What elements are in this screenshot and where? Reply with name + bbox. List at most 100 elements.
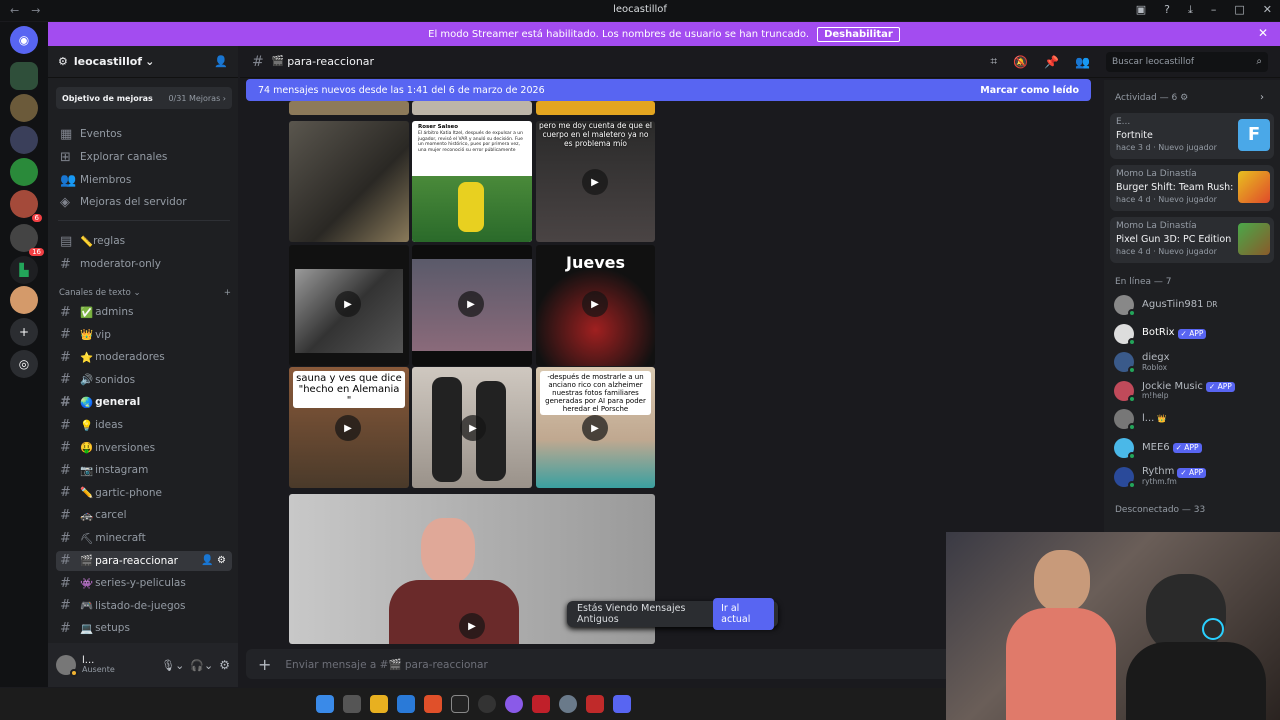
channel-ideas[interactable]: # 💡 ideas: [56, 415, 232, 435]
member-item[interactable]: l... 👑: [1114, 406, 1274, 432]
channel-admins[interactable]: # ✅ admins: [56, 302, 232, 322]
start-icon[interactable]: [315, 695, 334, 713]
epic-icon[interactable]: [450, 695, 469, 713]
boost-goal[interactable]: Objetivo de mejoras 0/31 Mejoras ›: [56, 87, 232, 109]
channel-settings-icon[interactable]: 👤 ⚙: [201, 555, 226, 566]
member-item[interactable]: Jockie Music ✓ APP m!help: [1114, 378, 1274, 404]
member-item[interactable]: AgusTiin981 DR: [1114, 292, 1274, 318]
media-tile[interactable]: ▶: [412, 367, 532, 488]
media-tile[interactable]: pero me doy cuenta de que el cuerpo en e…: [536, 121, 655, 242]
channel-general[interactable]: # 🌏 general: [56, 392, 232, 412]
headphones-icon[interactable]: 🎧⌄: [190, 659, 213, 672]
minimize-icon[interactable]: –: [1211, 3, 1217, 17]
server-icon[interactable]: [10, 94, 38, 122]
app-icon[interactable]: [477, 695, 496, 713]
app-icon[interactable]: [585, 695, 604, 713]
play-icon[interactable]: ▶: [335, 415, 361, 441]
channel-moderator-only[interactable]: # moderator-only: [56, 254, 232, 274]
activity-card[interactable]: E... Fortnite hace 3 d · Nuevo jugador F: [1110, 113, 1274, 159]
member-item[interactable]: diegx Roblox: [1114, 349, 1274, 375]
notifications-icon[interactable]: 🔕: [1013, 55, 1028, 69]
play-icon[interactable]: ▶: [459, 613, 485, 639]
new-messages-bar[interactable]: 74 mensajes nuevos desde las 1:41 del 6 …: [246, 79, 1091, 101]
media-tile[interactable]: [289, 101, 409, 115]
nav-members[interactable]: 👥 Miembros: [56, 170, 232, 190]
channel-carcel[interactable]: # 🚓 carcel: [56, 505, 232, 525]
nav-boosts[interactable]: ◈ Mejoras del servidor: [56, 192, 232, 212]
channel-inversiones[interactable]: # 🤑 inversiones: [56, 438, 232, 458]
disable-streamer-button[interactable]: Deshabilitar: [817, 26, 900, 42]
discord-taskbar-icon[interactable]: [612, 695, 631, 713]
channel-para-reaccionar[interactable]: # 🎬 para-reaccionar 👤 ⚙: [56, 550, 232, 571]
download-icon[interactable]: ⤓: [1188, 3, 1193, 17]
server-icon[interactable]: [10, 158, 38, 186]
attach-icon[interactable]: +: [258, 655, 271, 674]
nav-events[interactable]: ▦ Eventos: [56, 124, 232, 144]
maximize-icon[interactable]: □: [1234, 3, 1244, 17]
app-icon[interactable]: [504, 695, 523, 713]
channel-setups[interactable]: # 💻 setups: [56, 618, 232, 638]
settings-app-icon[interactable]: [558, 695, 577, 713]
play-icon[interactable]: ▶: [460, 415, 486, 441]
channel-gartic-phone[interactable]: # ✏️ gartic-phone: [56, 483, 232, 503]
channel-listado-de-juegos[interactable]: # 🎮 listado-de-juegos: [56, 596, 232, 616]
threads-icon[interactable]: ⌗: [990, 54, 997, 69]
channel-vip[interactable]: # 👑 vip: [56, 325, 232, 345]
file-explorer-icon[interactable]: [369, 695, 388, 713]
category-header[interactable]: Canales de texto ⌄ +: [59, 288, 231, 298]
help-icon[interactable]: ?: [1164, 3, 1170, 17]
discord-home-icon[interactable]: ◉: [10, 26, 38, 54]
close-banner-icon[interactable]: ✕: [1258, 26, 1268, 40]
channel-series-y-peliculas[interactable]: # 👾 series-y-peliculas: [56, 573, 232, 593]
add-channel-icon[interactable]: +: [224, 288, 231, 298]
media-tile[interactable]: [412, 101, 532, 115]
play-icon[interactable]: ▶: [335, 291, 361, 317]
add-server-icon[interactable]: +: [10, 318, 38, 346]
channel-sonidos[interactable]: # 🔊 sonidos: [56, 370, 232, 390]
activity-card[interactable]: Momo La Dinastía Pixel Gun 3D: PC Editio…: [1110, 217, 1274, 263]
member-list-icon[interactable]: 👥: [1075, 55, 1090, 69]
play-icon[interactable]: ▶: [458, 291, 484, 317]
media-tile-tweet[interactable]: Roser Salseo El árbitro Katia Itzel, des…: [412, 121, 532, 242]
nav-browse[interactable]: ⊞ Explorar canales: [56, 147, 232, 167]
media-tile[interactable]: -después de mostrarle a un anciano rico …: [536, 367, 655, 488]
server-icon[interactable]: [10, 286, 38, 314]
server-icon[interactable]: [10, 126, 38, 154]
play-icon[interactable]: ▶: [582, 415, 608, 441]
member-item[interactable]: BotRix ✓ APP: [1114, 321, 1274, 347]
media-tile[interactable]: ▶: [289, 245, 409, 366]
invite-icon[interactable]: 👤: [214, 55, 228, 68]
discover-icon[interactable]: ◎: [10, 350, 38, 378]
member-item[interactable]: MEE6 ✓ APP: [1114, 435, 1274, 461]
inbox-icon[interactable]: ▣: [1136, 3, 1146, 17]
pin-icon[interactable]: 📌: [1044, 55, 1059, 69]
server-icon[interactable]: ▙: [10, 256, 38, 284]
settings-icon[interactable]: ⚙: [219, 658, 230, 672]
play-icon[interactable]: ▶: [582, 291, 608, 317]
mic-icon[interactable]: 🎙⌄: [161, 659, 184, 672]
guild-header[interactable]: ⚙ leocastillof ⌄ 👤: [48, 46, 238, 78]
media-tile[interactable]: sauna y ves que dice "hecho en Alemania …: [289, 367, 409, 488]
chevron-right-icon[interactable]: ›: [1260, 92, 1264, 103]
jump-to-present-button[interactable]: Ir al actual: [713, 598, 774, 630]
activity-card[interactable]: Momo La Dinastía Burger Shift: Team Rush…: [1110, 165, 1274, 211]
brave-icon[interactable]: [423, 695, 442, 713]
server-icon[interactable]: [10, 62, 38, 90]
channel-moderadores[interactable]: # ⭐ moderadores: [56, 347, 232, 367]
channel-instagram[interactable]: # 📷 instagram: [56, 460, 232, 480]
member-item[interactable]: Rythm ✓ APP rythm.fm: [1114, 464, 1274, 490]
channel-reglas[interactable]: ▤ 📏 reglas: [56, 231, 232, 251]
avatar[interactable]: [56, 655, 78, 677]
mark-read-button[interactable]: Marcar como leído: [980, 85, 1079, 96]
media-tile[interactable]: [536, 101, 655, 115]
media-tile[interactable]: Jueves ▶: [536, 245, 655, 366]
search-box[interactable]: Buscar leocastillof ⌕: [1106, 51, 1268, 72]
server-icon[interactable]: 6: [10, 190, 42, 222]
media-tile[interactable]: [289, 121, 409, 242]
server-icon[interactable]: 16: [10, 224, 44, 256]
play-icon[interactable]: ▶: [582, 169, 608, 195]
channel-minecraft[interactable]: # ⛏ minecraft: [56, 528, 232, 548]
message-input[interactable]: Enviar mensaje a #🎬 para-reaccionar: [285, 658, 487, 671]
app-icon[interactable]: [531, 695, 550, 713]
media-tile[interactable]: ▶: [412, 245, 532, 366]
